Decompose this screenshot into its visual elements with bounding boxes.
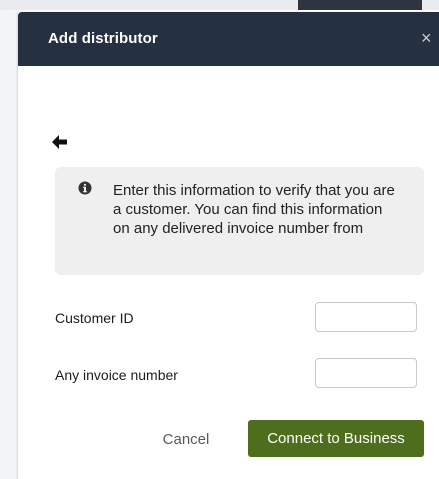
invoice-number-input[interactable] xyxy=(315,358,417,388)
arrow-left-icon xyxy=(52,135,67,149)
customer-id-input[interactable] xyxy=(315,302,417,332)
close-icon[interactable]: × xyxy=(421,26,439,50)
customer-id-label: Customer ID xyxy=(55,310,134,326)
cancel-button[interactable]: Cancel xyxy=(140,421,232,457)
dialog-header: Add distributor × xyxy=(18,12,439,66)
backdrop-left-edge xyxy=(0,10,18,479)
add-distributor-dialog: Add distributor × Enter this information… xyxy=(18,12,439,479)
info-box: Enter this information to verify that yo… xyxy=(55,167,424,275)
connect-to-business-button[interactable]: Connect to Business xyxy=(248,420,424,457)
invoice-number-label: Any invoice number xyxy=(55,367,178,383)
backdrop-dark-tab xyxy=(298,0,422,10)
info-circle-icon xyxy=(78,181,92,195)
back-button[interactable] xyxy=(52,130,76,154)
info-message: Enter this information to verify that yo… xyxy=(113,182,395,237)
dialog-title: Add distributor xyxy=(48,30,158,47)
